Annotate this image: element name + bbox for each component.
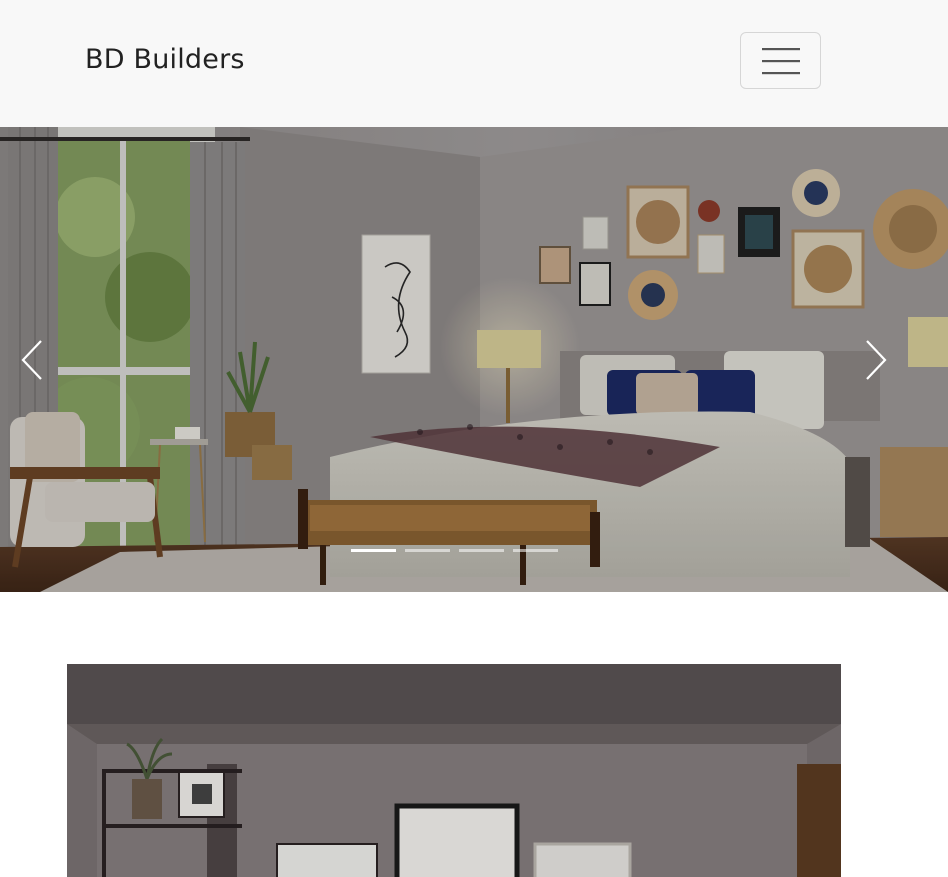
carousel-prev-button[interactable] [7,325,57,395]
carousel-indicators [0,549,948,555]
bedroom-slide-image [0,127,948,592]
carousel-next-button[interactable] [851,325,901,395]
brand-link[interactable]: BD Builders [85,44,245,75]
carousel-indicator-3[interactable] [459,549,504,552]
hero-carousel [0,127,948,592]
carousel-indicator-1[interactable] [351,549,396,552]
living-room-photo [67,664,841,877]
room-feature-image [67,664,841,877]
carousel-indicator-2[interactable] [405,549,450,552]
navbar-toggle-button[interactable] [740,32,821,89]
hamburger-menu-icon [762,48,800,75]
carousel-indicator-4[interactable] [513,549,558,552]
chevron-left-icon [21,340,42,380]
chevron-right-icon [866,340,887,380]
navbar: BD Builders [0,0,948,127]
